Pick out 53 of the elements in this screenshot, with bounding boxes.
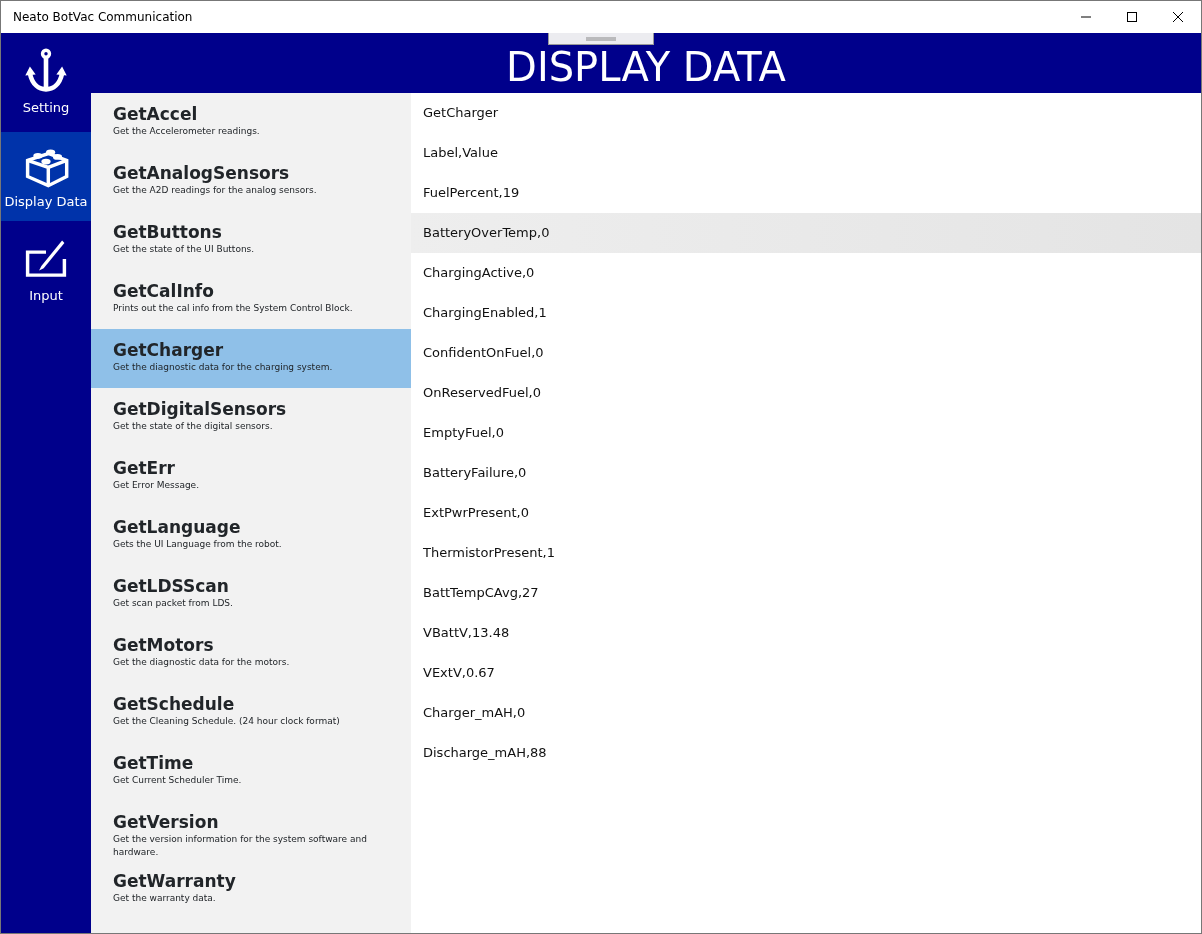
command-description: Get the diagnostic data for the charging system. (113, 361, 334, 374)
page-title: DISPLAY DATA (506, 47, 786, 87)
command-description: Get the Accelerometer readings. (113, 125, 261, 138)
output-line: ThermistorPresent,1 (423, 544, 555, 563)
maximize-icon (1127, 12, 1137, 22)
drag-handle[interactable] (548, 33, 654, 45)
command-name[interactable]: GetMotors (113, 634, 399, 656)
command-description: Get Error Message. (113, 479, 200, 492)
command-name[interactable]: GetWarranty (113, 870, 399, 892)
output-line: ChargingEnabled,1 (423, 304, 547, 323)
output-line: Charger_mAH,0 (423, 704, 526, 723)
command-description: Get the version information for the system software and hardware. (113, 833, 368, 859)
output-line: BatteryOverTemp,0 (423, 224, 550, 243)
command-description: Get the A2D readings for the analog sensors. (113, 184, 318, 197)
command-name[interactable]: GetButtons (113, 221, 399, 243)
command-name[interactable]: GetTime (113, 752, 399, 774)
command-description: Get Current Scheduler Time. (113, 774, 243, 787)
output-line: ConfidentOnFuel,0 (423, 344, 544, 363)
output-line: EmptyFuel,0 (423, 424, 504, 443)
command-name[interactable]: GetVersion (113, 811, 399, 833)
command-description: Gets the UI Language from the robot. (113, 538, 283, 551)
close-icon (1173, 12, 1183, 22)
command-name[interactable]: GetLDSScan (113, 575, 399, 597)
command-name[interactable]: GetLanguage (113, 516, 399, 538)
command-description: Get the state of the UI Buttons. (113, 243, 256, 256)
output-line: Discharge_mAH,88 (423, 744, 547, 763)
output-line: BatteryFailure,0 (423, 464, 527, 483)
command-name[interactable]: GetErr (113, 457, 399, 479)
command-description: Get the diagnostic data for the motors. (113, 656, 291, 669)
command-description: Prints out the cal info from the System Control Block. (113, 302, 354, 315)
anchor-icon (23, 47, 69, 94)
command-name[interactable]: GetCharger (113, 339, 399, 361)
output-line: FuelPercent,19 (423, 184, 520, 203)
output-line: ExtPwrPresent,0 (423, 504, 529, 523)
output-line: VBattV,13.48 (423, 624, 510, 643)
command-name[interactable]: GetCalInfo (113, 280, 399, 302)
output-line: VExtV,0.67 (423, 664, 495, 683)
nav-item[interactable]: Display Data (1, 132, 91, 221)
command-name[interactable]: GetAccel (113, 103, 399, 125)
command-description: Get scan packet from LDS. (113, 597, 234, 610)
command-name[interactable]: GetAnalogSensors (113, 162, 399, 184)
command-description: Get the state of the digital sensors. (113, 420, 274, 433)
command-name[interactable]: GetDigitalSensors (113, 398, 399, 420)
command-description: Get the warranty data. (113, 892, 217, 905)
command-description: Get the Cleaning Schedule. (24 hour clock format) (113, 715, 341, 728)
output-line: BattTempCAvg,27 (423, 584, 539, 603)
grip-icon (586, 36, 616, 41)
command-name[interactable]: GetSchedule (113, 693, 399, 715)
output-line: ChargingActive,0 (423, 264, 535, 283)
output-line: GetCharger (423, 104, 499, 123)
window-title: Neato BotVac Communication (12, 9, 194, 26)
output-line: OnReservedFuel,0 (423, 384, 541, 403)
output-line: Label,Value (423, 144, 498, 163)
